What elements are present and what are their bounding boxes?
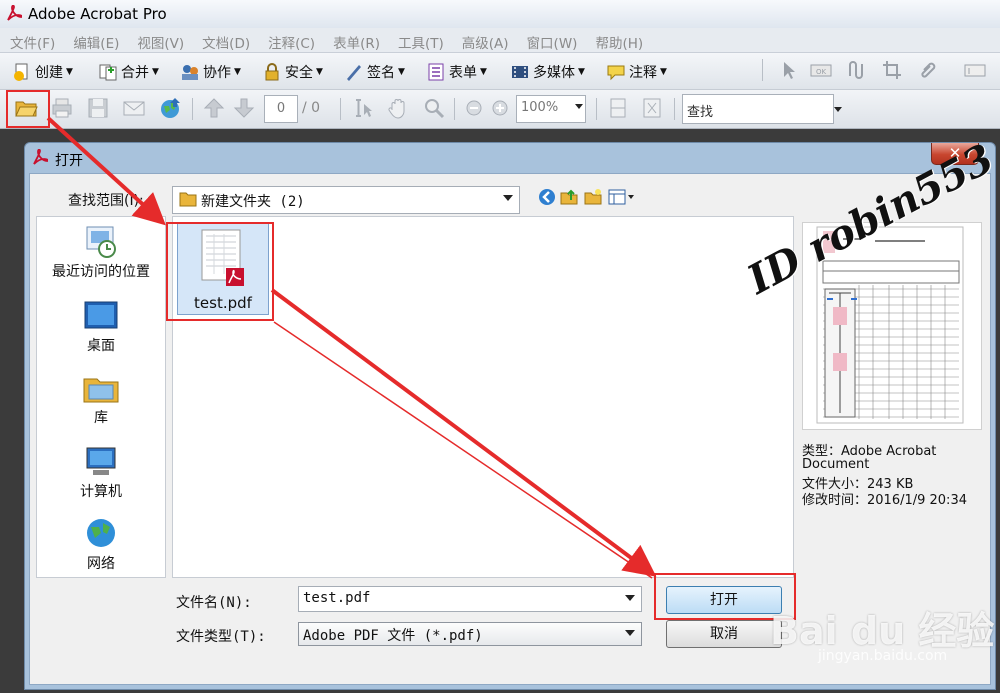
arrow-thin-to-open-button — [273, 321, 653, 579]
arrow-to-file-item — [46, 116, 166, 226]
watermark-baidu-url: jingyan.baidu.com — [818, 648, 948, 664]
watermark-baidu: Bai du 经验 — [770, 609, 995, 653]
instruction-arrows — [46, 116, 657, 579]
arrow-to-open-button — [270, 288, 657, 577]
